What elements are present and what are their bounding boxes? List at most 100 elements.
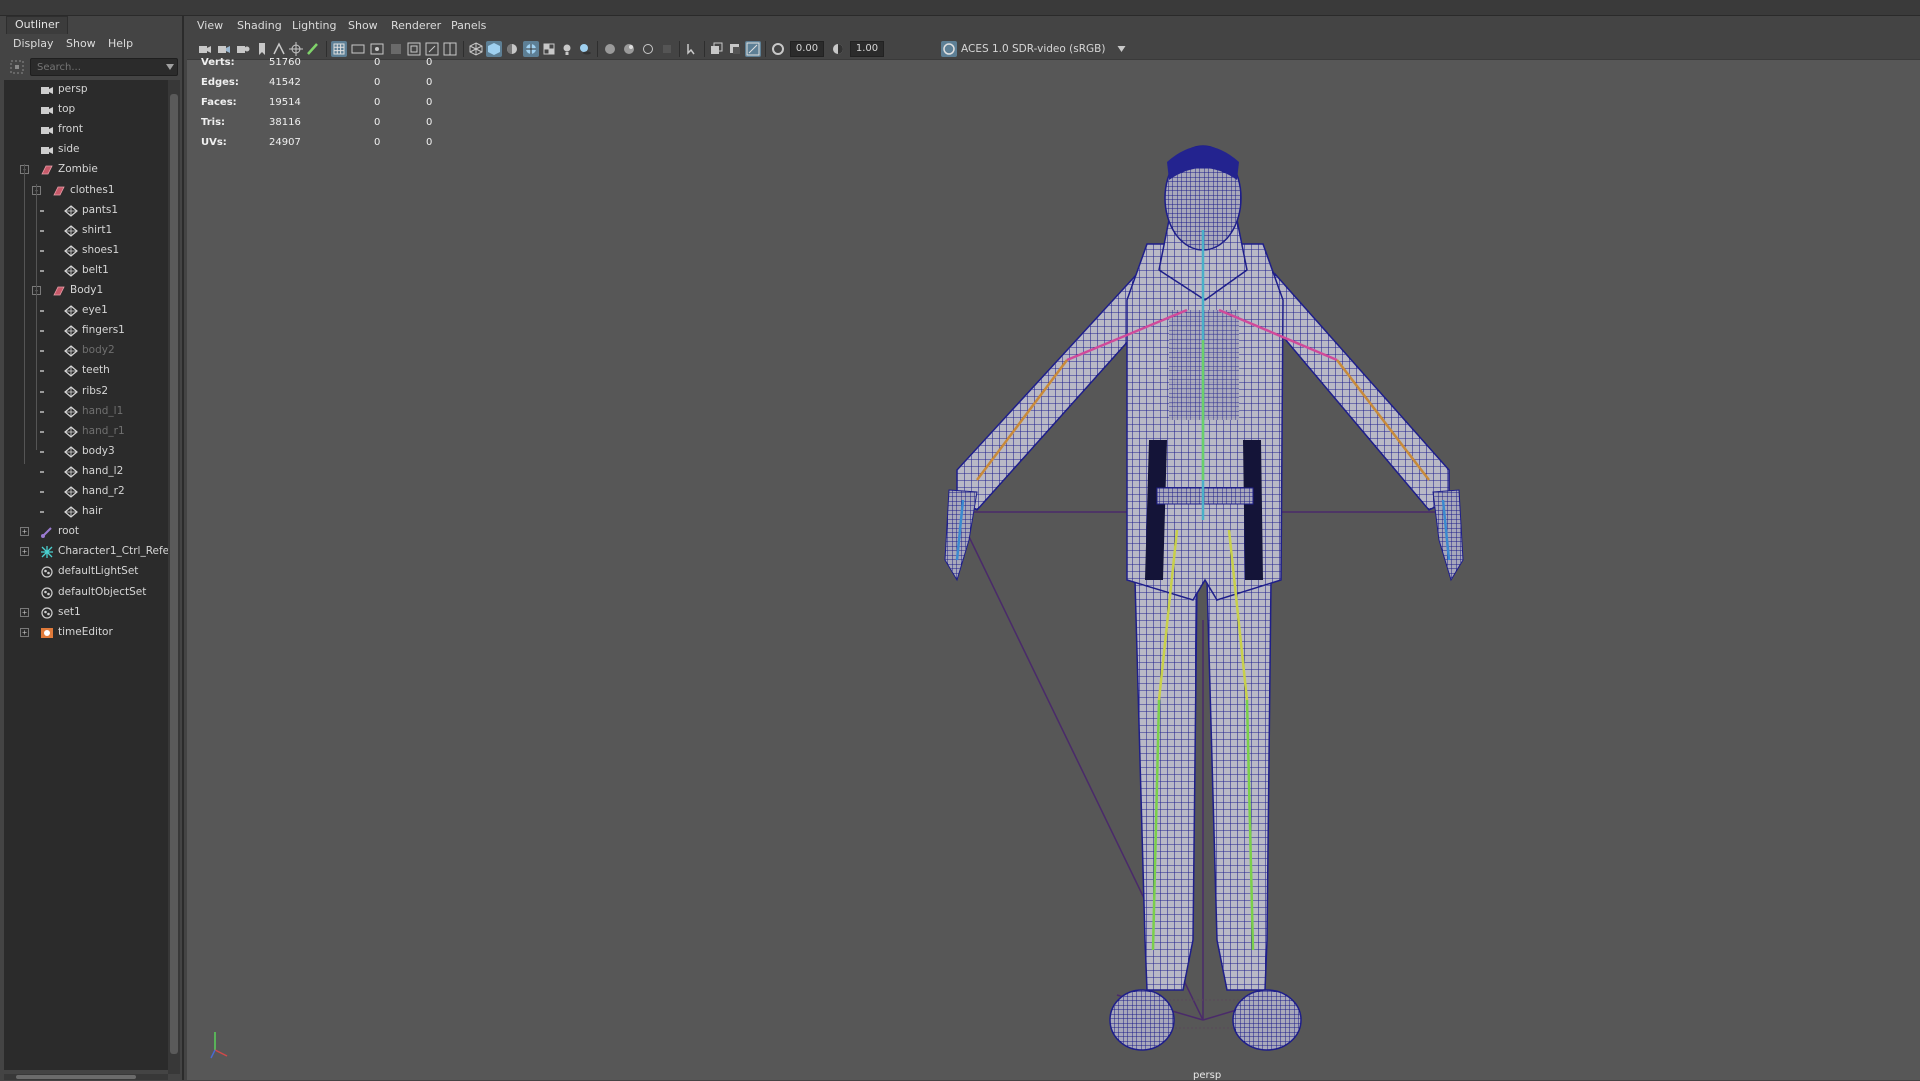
safe-action-icon[interactable] <box>424 41 440 57</box>
wireframe-icon[interactable] <box>468 41 484 57</box>
viewport-panel[interactable]: View Shading Lighting Show Renderer Pane… <box>187 16 1920 1081</box>
use-default-material-icon[interactable] <box>504 41 520 57</box>
select-camera-icon[interactable] <box>197 41 213 57</box>
chevron-down-icon[interactable] <box>1117 46 1126 52</box>
outliner-item-clothes1[interactable]: -clothes1 <box>4 181 168 201</box>
field-chart-icon[interactable] <box>406 41 422 57</box>
mesh-icon <box>64 385 78 398</box>
search-box[interactable] <box>30 58 178 76</box>
menu-show[interactable]: Show <box>348 19 378 32</box>
outliner-item-top[interactable]: top <box>4 100 168 120</box>
search-input[interactable] <box>35 60 155 74</box>
gamma-field[interactable]: 1.00 <box>850 41 884 57</box>
tree-connector <box>40 390 44 393</box>
resolution-gate-icon[interactable] <box>369 41 385 57</box>
menu-show[interactable]: Show <box>66 37 96 50</box>
outliner-item-pants1[interactable]: pants1 <box>4 201 168 221</box>
outliner-item-eye1[interactable]: eye1 <box>4 301 168 321</box>
chevron-down-icon[interactable] <box>166 64 174 70</box>
outliner-item-body2[interactable]: body2 <box>4 341 168 361</box>
outliner-hscrollbar[interactable] <box>4 1074 168 1080</box>
outliner-item-label: top <box>58 103 76 116</box>
exposure-icon[interactable] <box>770 41 786 57</box>
toolbar-separator <box>597 41 598 57</box>
outliner-item-shoes1[interactable]: shoes1 <box>4 241 168 261</box>
outliner-item-fingers1[interactable]: fingers1 <box>4 321 168 341</box>
outliner-item-zombie[interactable]: -Zombie <box>4 160 168 180</box>
outliner-item-hand-l2[interactable]: hand_l2 <box>4 462 168 482</box>
outliner-item-label: teeth <box>82 364 110 377</box>
gamma-icon[interactable] <box>830 41 846 57</box>
outliner-item-ribs2[interactable]: ribs2 <box>4 382 168 402</box>
outliner-item-front[interactable]: front <box>4 120 168 140</box>
xray-active-components-icon[interactable] <box>621 41 637 57</box>
xray-icon[interactable] <box>602 41 618 57</box>
wireframe-on-shaded-icon[interactable] <box>523 41 539 57</box>
tree-guide-line <box>24 164 25 464</box>
hscrollbar-thumb[interactable] <box>16 1075 136 1079</box>
outliner-item-hand-r1[interactable]: hand_r1 <box>4 422 168 442</box>
outliner-item-persp[interactable]: persp <box>4 80 168 100</box>
outliner-item-hair[interactable]: hair <box>4 502 168 522</box>
expand-icon[interactable]: + <box>20 607 29 617</box>
expand-icon[interactable]: + <box>20 547 29 557</box>
outliner-item-body1[interactable]: -Body1 <box>4 281 168 301</box>
outliner-item-teeth[interactable]: teeth <box>4 361 168 381</box>
outliner-item-label: front <box>58 123 83 136</box>
outliner-item-hand-r2[interactable]: hand_r2 <box>4 482 168 502</box>
menu-display[interactable]: Display <box>13 37 54 50</box>
isolate-select-icon[interactable] <box>684 41 700 57</box>
outliner-item-shirt1[interactable]: shirt1 <box>4 221 168 241</box>
outliner-scrollbar[interactable] <box>168 80 180 1074</box>
menu-panels[interactable]: Panels <box>451 19 486 32</box>
textured-icon[interactable] <box>541 41 557 57</box>
set-icon <box>41 606 53 619</box>
backface-culling-icon[interactable] <box>659 41 675 57</box>
menu-view[interactable]: View <box>197 19 223 32</box>
view-transform-icon[interactable] <box>941 41 957 57</box>
outliner-item-label: ribs2 <box>82 384 109 397</box>
exposure-field[interactable]: 0.00 <box>790 41 824 57</box>
menu-help[interactable]: Help <box>108 37 133 50</box>
use-all-lights-icon[interactable] <box>559 41 575 57</box>
film-gate-icon[interactable] <box>350 41 366 57</box>
smooth-shade-icon[interactable] <box>486 41 502 57</box>
outliner-tab[interactable]: Outliner <box>6 16 69 34</box>
motion-blur-icon[interactable] <box>709 41 725 57</box>
expand-icon[interactable]: + <box>20 527 29 537</box>
outliner-item-defaultlightset[interactable]: defaultLightSet <box>4 562 168 582</box>
menu-renderer[interactable]: Renderer <box>391 19 441 32</box>
outliner-item-label: set1 <box>58 605 81 618</box>
outliner-item-root[interactable]: + root <box>4 522 168 542</box>
expand-icon[interactable]: + <box>20 627 29 637</box>
safe-title-icon[interactable] <box>442 41 458 57</box>
mesh-icon <box>64 446 78 458</box>
image-plane-icon[interactable] <box>271 41 287 57</box>
outliner-item-body3[interactable]: body3 <box>4 442 168 462</box>
grease-pencil-icon[interactable] <box>305 41 321 57</box>
xray-joints-icon[interactable] <box>640 41 656 57</box>
bookmark-camera-icon[interactable] <box>235 41 251 57</box>
2d-pan-zoom-icon[interactable] <box>288 41 304 57</box>
outliner-item-character1-ctrl-refere[interactable]: + Character1_Ctrl_Refere <box>4 542 168 562</box>
bookmark-icon[interactable] <box>254 41 270 57</box>
grid-icon[interactable] <box>331 41 347 57</box>
gate-mask-icon[interactable] <box>388 41 404 57</box>
multisample-aa-icon[interactable] <box>727 41 743 57</box>
outliner-item-belt1[interactable]: belt1 <box>4 261 168 281</box>
camera-attributes-icon[interactable] <box>216 41 232 57</box>
outliner-item-set1[interactable]: + set1 <box>4 603 168 623</box>
menu-lighting[interactable]: Lighting <box>292 19 336 32</box>
scrollbar-thumb[interactable] <box>170 94 178 1054</box>
shadows-icon[interactable] <box>577 41 593 57</box>
menu-shading[interactable]: Shading <box>237 19 282 32</box>
outliner-item-defaultobjectset[interactable]: defaultObjectSet <box>4 583 168 603</box>
color-space-dropdown[interactable]: ACES 1.0 SDR-video (sRGB) <box>961 41 1131 57</box>
outliner-item-side[interactable]: side <box>4 140 168 160</box>
filter-icon[interactable] <box>10 60 24 74</box>
outliner-item-label: hand_l2 <box>82 464 124 477</box>
depth-of-field-icon[interactable] <box>745 41 761 57</box>
outliner-item-timeeditor[interactable]: + timeEditor <box>4 623 168 643</box>
outliner-item-hand-l1[interactable]: hand_l1 <box>4 402 168 422</box>
scene-canvas[interactable] <box>187 60 1920 1080</box>
